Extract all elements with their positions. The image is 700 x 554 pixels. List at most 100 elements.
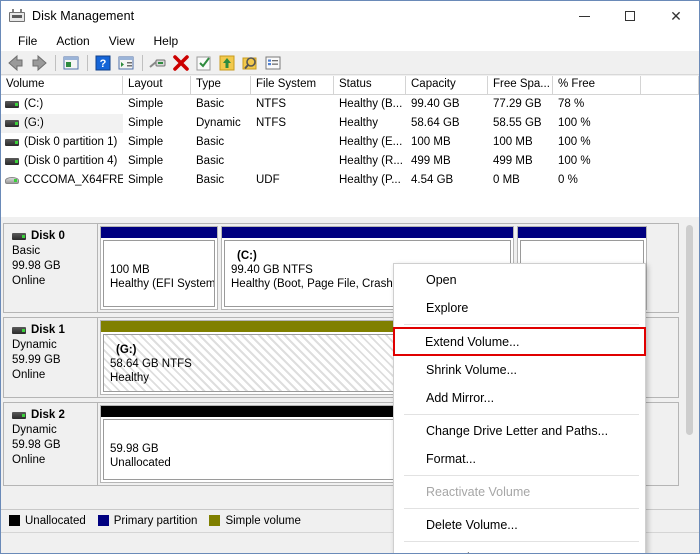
disk-volume-icon <box>5 137 19 148</box>
table-row[interactable]: (Disk 0 partition 4)SimpleBasicHealthy (… <box>1 152 699 171</box>
menu-separator <box>404 324 639 325</box>
disk-type: Dynamic <box>12 338 97 353</box>
column-header-percent-free[interactable]: % Free <box>553 76 641 95</box>
back-arrow-icon[interactable] <box>5 52 27 74</box>
column-header-free-space[interactable]: Free Spa... <box>488 76 553 95</box>
show-hide-action-pane-icon[interactable] <box>115 52 137 74</box>
window-controls: ✕ <box>561 1 699 31</box>
toolbar-separator <box>87 55 88 71</box>
table-row[interactable]: (Disk 0 partition 1)SimpleBasicHealthy (… <box>1 133 699 152</box>
cell-volume: (Disk 0 partition 1) <box>1 133 123 152</box>
cell-capacity: 499 MB <box>406 152 488 171</box>
context-menu-item-delete-volume[interactable]: Delete Volume... <box>394 511 645 539</box>
legend-label: Primary partition <box>114 515 198 527</box>
menu-item-label: Shrink Volume... <box>426 363 517 377</box>
properties-icon[interactable] <box>262 52 284 74</box>
cell-free-space: 0 MB <box>488 171 553 190</box>
menu-item-view[interactable]: View <box>100 33 144 49</box>
disk-state: Online <box>12 368 97 383</box>
scrollbar-thumb[interactable] <box>686 225 693 435</box>
cell-percent-free: 100 % <box>553 152 641 171</box>
context-menu-item-properties[interactable]: Properties <box>394 544 645 554</box>
title-bar: Disk Management ✕ <box>1 1 699 31</box>
column-header-layout[interactable]: Layout <box>123 76 191 95</box>
legend-label: Unallocated <box>25 515 86 527</box>
legend-label: Simple volume <box>225 515 300 527</box>
partition-block[interactable]: 100 MBHealthy (EFI System P <box>100 226 218 310</box>
volume-name: CCCOMA_X64FRE... <box>24 171 123 190</box>
window-title: Disk Management <box>32 9 134 23</box>
connect-icon[interactable] <box>147 52 169 74</box>
menu-item-label: Change Drive Letter and Paths... <box>426 424 608 438</box>
menu-separator <box>404 414 639 415</box>
toolbar: ? <box>1 51 699 75</box>
context-menu-item-format[interactable]: Format... <box>394 445 645 473</box>
cell-status: Healthy (P... <box>334 171 406 190</box>
context-menu-item-shrink-volume[interactable]: Shrink Volume... <box>394 356 645 384</box>
volume-name: (Disk 0 partition 1) <box>24 133 117 152</box>
disk-info-disk-1[interactable]: Disk 1Dynamic59.99 GBOnline <box>3 317 98 398</box>
close-button[interactable]: ✕ <box>653 1 699 31</box>
minimize-button[interactable] <box>561 1 607 31</box>
column-header-status[interactable]: Status <box>334 76 406 95</box>
partition-size: 100 MB <box>110 263 214 277</box>
cell-type: Dynamic <box>191 114 251 133</box>
disk-size: 59.99 GB <box>12 353 97 368</box>
cell-file-system: NTFS <box>251 95 334 114</box>
partition-color-bar <box>222 227 513 238</box>
forward-arrow-icon[interactable] <box>28 52 50 74</box>
column-header-file-system[interactable]: File System <box>251 76 334 95</box>
context-menu-item-change-drive-letter-and-paths[interactable]: Change Drive Letter and Paths... <box>394 417 645 445</box>
context-menu-item-extend-volume[interactable]: Extend Volume... <box>393 327 646 356</box>
volume-list-body: (C:)SimpleBasicNTFSHealthy (B...99.40 GB… <box>1 95 699 190</box>
table-row[interactable]: CCCOMA_X64FRE...SimpleBasicUDFHealthy (P… <box>1 171 699 190</box>
context-menu-item-reactivate-volume: Reactivate Volume <box>394 478 645 506</box>
menu-item-help[interactable]: Help <box>145 33 188 49</box>
disk-icon <box>12 410 26 421</box>
cell-percent-free: 0 % <box>553 171 641 190</box>
column-header-volume[interactable]: Volume <box>1 76 123 95</box>
cell-file-system <box>251 133 334 152</box>
menu-item-action[interactable]: Action <box>47 33 98 49</box>
disk-management-icon <box>9 8 25 24</box>
show-hide-console-tree-icon[interactable] <box>60 52 82 74</box>
column-header-type[interactable]: Type <box>191 76 251 95</box>
check-icon[interactable] <box>193 52 215 74</box>
disk-size: 59.98 GB <box>12 438 97 453</box>
table-row[interactable]: (G:)SimpleDynamicNTFSHealthy58.64 GB58.5… <box>1 114 699 133</box>
legend-swatch <box>9 515 20 526</box>
help-icon[interactable]: ? <box>92 52 114 74</box>
disk-title: Disk 2 <box>12 409 97 421</box>
cell-type: Basic <box>191 133 251 152</box>
cell-volume: (C:) <box>1 95 123 114</box>
cell-free-space: 100 MB <box>488 133 553 152</box>
context-menu-item-open[interactable]: Open <box>394 266 645 294</box>
disk-info-disk-0[interactable]: Disk 0Basic99.98 GBOnline <box>3 223 98 313</box>
context-menu-item-add-mirror[interactable]: Add Mirror... <box>394 384 645 412</box>
disk-info-disk-2[interactable]: Disk 2Dynamic59.98 GBOnline <box>3 402 98 486</box>
partition-label: (C:) <box>231 249 510 263</box>
cell-layout: Simple <box>123 114 191 133</box>
volume-name: (C:) <box>24 95 43 114</box>
menu-item-label: Extend Volume... <box>425 335 520 349</box>
cell-status: Healthy (E... <box>334 133 406 152</box>
toolbar-separator <box>55 55 56 71</box>
menu-item-label: Add Mirror... <box>426 391 494 405</box>
disk-title: Disk 0 <box>12 230 97 242</box>
volume-list: Volume Layout Type File System Status Ca… <box>1 76 699 219</box>
search-icon[interactable] <box>239 52 261 74</box>
maximize-button[interactable] <box>607 1 653 31</box>
legend-item: Unallocated <box>9 515 86 527</box>
table-row[interactable]: (C:)SimpleBasicNTFSHealthy (B...99.40 GB… <box>1 95 699 114</box>
column-header-filler <box>641 76 699 95</box>
disk-name: Disk 2 <box>31 409 65 421</box>
context-menu-item-explore[interactable]: Explore <box>394 294 645 322</box>
menu-item-file[interactable]: File <box>9 33 46 49</box>
disk-pane-scrollbar[interactable] <box>682 223 697 505</box>
column-header-capacity[interactable]: Capacity <box>406 76 488 95</box>
delete-icon[interactable] <box>170 52 192 74</box>
up-arrow-icon[interactable] <box>216 52 238 74</box>
cell-volume: (G:) <box>1 114 123 133</box>
disk-size: 99.98 GB <box>12 259 97 274</box>
menu-item-label: Format... <box>426 452 476 466</box>
